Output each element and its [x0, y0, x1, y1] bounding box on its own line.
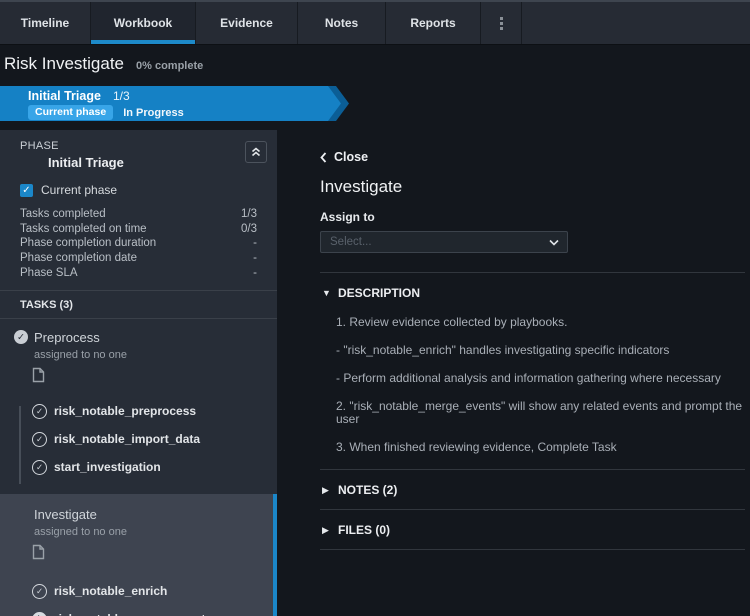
current-phase-badge: Current phase [28, 105, 113, 120]
triangle-down-icon: ▼ [322, 288, 334, 298]
stat-row: Phase completion duration - [20, 236, 257, 251]
section-label: FILES (0) [338, 523, 390, 537]
stat-value: - [253, 251, 257, 266]
close-label: Close [334, 150, 368, 164]
description-line: - Perform additional analysis and inform… [336, 372, 745, 385]
tab-timeline[interactable]: Timeline [0, 2, 91, 44]
tab-notes[interactable]: Notes [298, 2, 386, 44]
current-phase-checkbox[interactable]: ✓ [20, 184, 33, 197]
stat-label: Phase completion date [20, 251, 137, 266]
notes-section-toggle[interactable]: ▶ NOTES (2) [320, 470, 745, 509]
description-line: 3. When finished reviewing evidence, Com… [336, 441, 745, 454]
task-item-investigate[interactable]: Investigate assigned to no one ✓ risk_no… [0, 494, 277, 616]
task-detail-panel: Close Investigate Assign to Select... ▼ … [320, 130, 745, 550]
current-phase-checkbox-row: ✓ Current phase [20, 183, 277, 197]
progress-text: 0% complete [136, 60, 203, 72]
tab-label: Workbook [114, 16, 172, 30]
overflow-menu-button[interactable] [481, 2, 522, 44]
task-name: Investigate [34, 507, 97, 522]
section-label: NOTES (2) [338, 483, 397, 497]
description-line: 1. Review evidence collected by playbook… [336, 316, 745, 329]
stat-row: Phase completion date - [20, 251, 257, 266]
tab-reports[interactable]: Reports [386, 2, 481, 44]
subtask-risk-notable-preprocess[interactable]: ✓ risk_notable_preprocess [14, 404, 277, 419]
divider [320, 549, 745, 550]
subtask-label: risk_notable_import_data [54, 432, 200, 446]
collapse-panel-button[interactable] [245, 141, 267, 163]
workbook-header: Risk Investigate 0% complete [4, 54, 203, 74]
subtask-risk-notable-import-data[interactable]: ✓ risk_notable_import_data [14, 432, 277, 447]
check-circle-icon: ✓ [32, 432, 47, 447]
task-name: Preprocess [34, 330, 100, 345]
play-circle-icon [32, 612, 47, 616]
description-line: - "risk_notable_enrich" handles investig… [336, 344, 745, 357]
kebab-vertical-icon [500, 17, 503, 30]
tasks-header: TASKS (3) [0, 291, 277, 318]
files-section-toggle[interactable]: ▶ FILES (0) [320, 510, 745, 549]
stat-value: 0/3 [241, 222, 257, 237]
stat-value: - [253, 236, 257, 251]
phase-panel: PHASE Initial Triage ✓ Current phase Tas… [0, 130, 277, 616]
close-button[interactable]: Close [320, 150, 745, 164]
subtask-start-investigation[interactable]: ✓ start_investigation [14, 460, 277, 475]
document-icon[interactable] [32, 367, 277, 383]
assign-to-select[interactable]: Select... [320, 231, 568, 253]
stat-row: Tasks completed 1/3 [20, 207, 257, 222]
phase-name: Initial Triage [48, 155, 267, 170]
stat-row: Phase SLA - [20, 266, 257, 281]
tab-bar: Timeline Workbook Evidence Notes Reports [0, 0, 750, 45]
stat-row: Tasks completed on time 0/3 [20, 222, 257, 237]
triangle-right-icon: ▶ [322, 525, 334, 536]
assign-to-label: Assign to [320, 210, 745, 224]
phase-banner[interactable]: Initial Triage 1/3 Current phase In Prog… [0, 86, 349, 121]
subtask-label: risk_notable_preprocess [54, 404, 196, 418]
section-label: DESCRIPTION [338, 286, 420, 300]
subtask-label: risk_notable_merge_events [54, 612, 212, 616]
page-title: Risk Investigate [4, 54, 124, 74]
task-item-preprocess[interactable]: ✓ Preprocess assigned to no one ✓ risk_n… [0, 319, 277, 492]
stat-value: - [253, 266, 257, 281]
document-icon[interactable] [32, 544, 273, 560]
phase-banner-name: Initial Triage [28, 89, 101, 103]
chevron-left-icon [320, 152, 327, 163]
subtask-list: ✓ risk_notable_enrich risk_notable_merge… [14, 584, 273, 616]
task-detail-title: Investigate [320, 177, 745, 197]
subtask-label: risk_notable_enrich [54, 584, 167, 598]
phase-banner-count: 1/3 [113, 89, 130, 103]
chevron-down-icon [549, 239, 559, 246]
task-assigned: assigned to no one [34, 349, 277, 361]
double-chevron-up-icon [250, 146, 262, 158]
tab-label: Evidence [220, 16, 273, 30]
phase-banner-body: Initial Triage 1/3 Current phase In Prog… [0, 86, 341, 121]
description-section-toggle[interactable]: ▼ DESCRIPTION [320, 273, 745, 312]
stat-label: Phase completion duration [20, 236, 156, 251]
stat-label: Tasks completed on time [20, 222, 147, 237]
subtask-risk-notable-merge-events[interactable]: risk_notable_merge_events [14, 612, 273, 616]
subtask-label: start_investigation [54, 460, 161, 474]
checkbox-label: Current phase [41, 183, 117, 197]
task-assigned: assigned to no one [34, 526, 273, 538]
stat-label: Tasks completed [20, 207, 106, 222]
subtask-risk-notable-enrich[interactable]: ✓ risk_notable_enrich [14, 584, 273, 599]
tab-label: Timeline [21, 16, 69, 30]
phase-stats: Tasks completed 1/3 Tasks completed on ti… [20, 207, 257, 281]
description-content: 1. Review evidence collected by playbook… [336, 316, 745, 454]
check-circle-icon: ✓ [32, 584, 47, 599]
tab-label: Notes [325, 16, 358, 30]
phase-header: PHASE Initial Triage [0, 130, 277, 170]
phase-section-label: PHASE [20, 140, 267, 152]
select-placeholder: Select... [330, 236, 372, 248]
check-circle-icon: ✓ [32, 404, 47, 419]
phase-status: In Progress [123, 107, 184, 119]
tab-workbook[interactable]: Workbook [91, 2, 196, 44]
description-line: 2. "risk_notable_merge_events" will show… [336, 400, 745, 426]
subtask-list: ✓ risk_notable_preprocess ✓ risk_notable… [14, 404, 277, 492]
stat-value: 1/3 [241, 207, 257, 222]
tab-evidence[interactable]: Evidence [196, 2, 298, 44]
check-circle-filled-icon: ✓ [14, 330, 28, 344]
triangle-right-icon: ▶ [322, 485, 334, 496]
tab-label: Reports [410, 16, 455, 30]
check-circle-icon: ✓ [32, 460, 47, 475]
stat-label: Phase SLA [20, 266, 78, 281]
